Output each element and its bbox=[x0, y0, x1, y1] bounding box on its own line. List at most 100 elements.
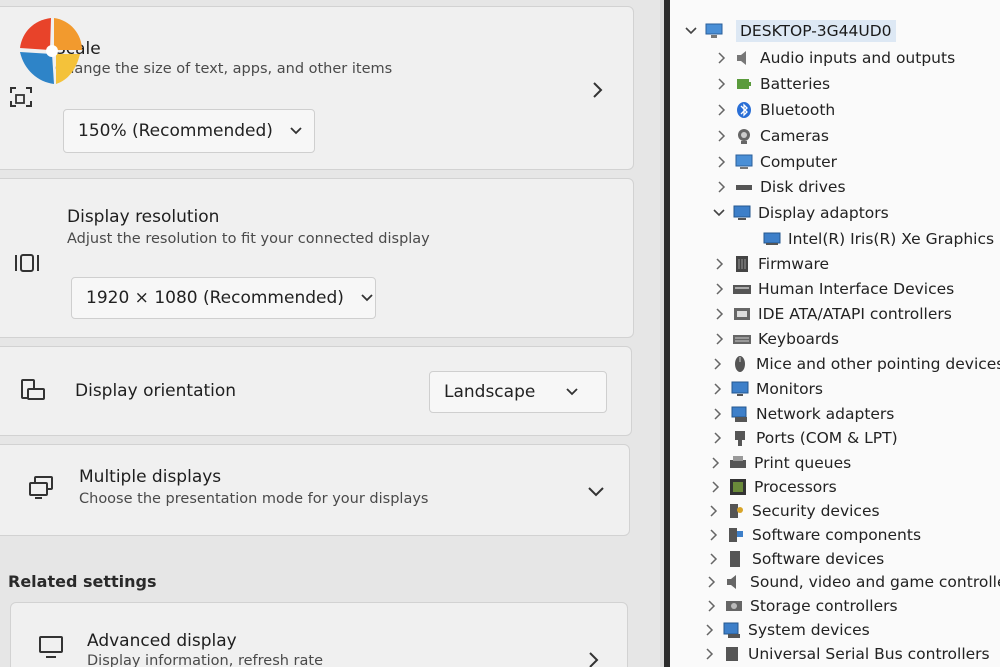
tree-item[interactable]: Computer bbox=[714, 150, 837, 174]
chevron-right-icon[interactable] bbox=[710, 407, 724, 421]
tree-item-label: Storage controllers bbox=[750, 597, 898, 615]
chevron-right-icon[interactable] bbox=[704, 575, 718, 589]
tree-item[interactable]: Universal Serial Bus controllers bbox=[702, 642, 990, 666]
resolution-subtitle: Adjust the resolution to fit your connec… bbox=[67, 231, 430, 247]
system-device-icon bbox=[723, 622, 740, 638]
tree-item[interactable]: Batteries bbox=[714, 72, 830, 96]
tree-item-label: Audio inputs and outputs bbox=[760, 49, 956, 67]
resolution-icon bbox=[13, 249, 41, 277]
computer-icon bbox=[735, 154, 753, 169]
tree-item[interactable]: Monitors bbox=[710, 377, 823, 401]
chevron-right-icon[interactable] bbox=[710, 382, 724, 396]
tree-item-label: Processors bbox=[754, 478, 837, 496]
chevron-down-icon[interactable] bbox=[587, 485, 605, 499]
scale-card[interactable]: Scale Change the size of text, apps, and… bbox=[0, 6, 634, 170]
chevron-right-icon[interactable] bbox=[712, 307, 726, 321]
chevron-right-icon[interactable] bbox=[708, 480, 722, 494]
scale-dropdown[interactable]: 150% (Recommended) bbox=[63, 109, 315, 153]
resolution-title: Display resolution bbox=[67, 207, 220, 227]
tree-item[interactable]: IDE ATA/ATAPI controllers bbox=[712, 302, 952, 326]
tree-item[interactable]: Sound, video and game controllers bbox=[704, 570, 1000, 594]
tree-item[interactable]: Firmware bbox=[712, 252, 829, 276]
tree-item[interactable]: Disk drives bbox=[714, 175, 846, 199]
display-adapter-icon bbox=[733, 205, 751, 220]
chevron-right-icon[interactable] bbox=[710, 357, 724, 371]
tree-item[interactable]: Security devices bbox=[706, 499, 880, 523]
display-settings-pane: Scale Change the size of text, apps, and… bbox=[0, 0, 660, 667]
software-device-icon bbox=[730, 551, 740, 567]
chevron-right-icon[interactable] bbox=[714, 77, 728, 91]
chevron-right-icon[interactable] bbox=[714, 51, 728, 65]
chevron-down-icon[interactable] bbox=[712, 206, 726, 220]
keyboard-icon bbox=[733, 335, 751, 344]
chevron-right-icon[interactable] bbox=[706, 552, 720, 566]
tree-item-child[interactable]: Intel(R) Iris(R) Xe Graphics bbox=[762, 227, 994, 251]
tree-item[interactable]: System devices bbox=[702, 618, 870, 642]
tree-item-label: Cameras bbox=[760, 127, 829, 145]
chevron-right-icon[interactable] bbox=[587, 651, 601, 667]
tree-root[interactable]: DESKTOP-3G44UD0 bbox=[684, 18, 896, 44]
tree-item[interactable]: Ports (COM & LPT) bbox=[710, 426, 898, 450]
chevron-right-icon[interactable] bbox=[591, 81, 605, 99]
tree-item[interactable]: Cameras bbox=[714, 124, 829, 148]
tree-item-label: Bluetooth bbox=[760, 101, 836, 119]
multiple-displays-card[interactable]: Multiple displays Choose the presentatio… bbox=[0, 444, 630, 536]
tree-item-label: Software devices bbox=[752, 550, 885, 568]
tree-item-label: Computer bbox=[760, 153, 838, 171]
chevron-right-icon[interactable] bbox=[706, 528, 720, 542]
usb-icon bbox=[726, 647, 738, 661]
tree-item[interactable]: Storage controllers bbox=[704, 594, 898, 618]
chevron-right-icon[interactable] bbox=[714, 155, 728, 169]
tree-item[interactable]: Audio inputs and outputs bbox=[714, 46, 955, 70]
multiple-displays-icon bbox=[27, 473, 55, 501]
tree-item-label: Ports (COM & LPT) bbox=[756, 429, 898, 447]
tree-item[interactable]: Print queues bbox=[708, 451, 851, 475]
tree-item[interactable]: Display adaptors bbox=[712, 201, 889, 225]
security-device-icon bbox=[730, 504, 743, 518]
scale-value: 150% (Recommended) bbox=[78, 121, 273, 141]
tree-item[interactable]: Bluetooth bbox=[714, 98, 835, 122]
monitor-icon bbox=[731, 381, 749, 396]
chevron-right-icon[interactable] bbox=[714, 103, 728, 117]
chevron-right-icon[interactable] bbox=[712, 332, 726, 346]
tree-item[interactable]: Human Interface Devices bbox=[712, 277, 954, 301]
chevron-right-icon[interactable] bbox=[714, 180, 728, 194]
chevron-down-icon[interactable] bbox=[684, 24, 698, 38]
network-adapter-icon bbox=[731, 406, 747, 422]
tree-item[interactable]: Keyboards bbox=[712, 327, 839, 351]
multiple-displays-title: Multiple displays bbox=[79, 467, 222, 487]
tree-item-label: Print queues bbox=[754, 454, 852, 472]
chevron-right-icon[interactable] bbox=[706, 504, 720, 518]
software-component-icon bbox=[729, 528, 743, 542]
orientation-dropdown[interactable]: Landscape bbox=[429, 371, 607, 413]
tree-item-label: Disk drives bbox=[760, 178, 846, 196]
chevron-right-icon[interactable] bbox=[714, 129, 728, 143]
chevron-right-icon[interactable] bbox=[712, 257, 726, 271]
tree-item-label: Security devices bbox=[752, 502, 880, 520]
chevron-right-icon[interactable] bbox=[704, 599, 718, 613]
tree-item[interactable]: Software components bbox=[706, 523, 921, 547]
computer-icon bbox=[705, 23, 723, 38]
advanced-display-card[interactable]: Advanced display Display information, re… bbox=[10, 602, 628, 667]
resolution-dropdown[interactable]: 1920 × 1080 (Recommended) bbox=[71, 277, 376, 319]
chevron-right-icon[interactable] bbox=[708, 456, 722, 470]
tree-item-label: Human Interface Devices bbox=[758, 280, 955, 298]
tree-item[interactable]: Software devices bbox=[706, 547, 884, 571]
chevron-right-icon[interactable] bbox=[712, 282, 726, 296]
tree-item-label: Sound, video and game controllers bbox=[750, 573, 1000, 591]
tree-item[interactable]: Network adapters bbox=[710, 402, 894, 426]
firmware-icon bbox=[736, 256, 748, 272]
tree-item[interactable]: Processors bbox=[708, 475, 837, 499]
orientation-icon bbox=[19, 377, 47, 405]
orientation-card: Display orientation Landscape bbox=[0, 346, 632, 436]
hid-icon bbox=[733, 285, 751, 294]
tree-item-label: Firmware bbox=[758, 255, 830, 273]
chevron-right-icon[interactable] bbox=[702, 623, 716, 637]
orientation-value: Landscape bbox=[444, 382, 536, 402]
tree-item[interactable]: Mice and other pointing devices bbox=[710, 352, 1000, 376]
chevron-right-icon[interactable] bbox=[710, 431, 724, 445]
sound-controller-icon bbox=[727, 575, 736, 589]
resolution-value: 1920 × 1080 (Recommended) bbox=[86, 288, 344, 308]
speaker-icon bbox=[737, 51, 746, 65]
chevron-right-icon[interactable] bbox=[702, 647, 716, 661]
